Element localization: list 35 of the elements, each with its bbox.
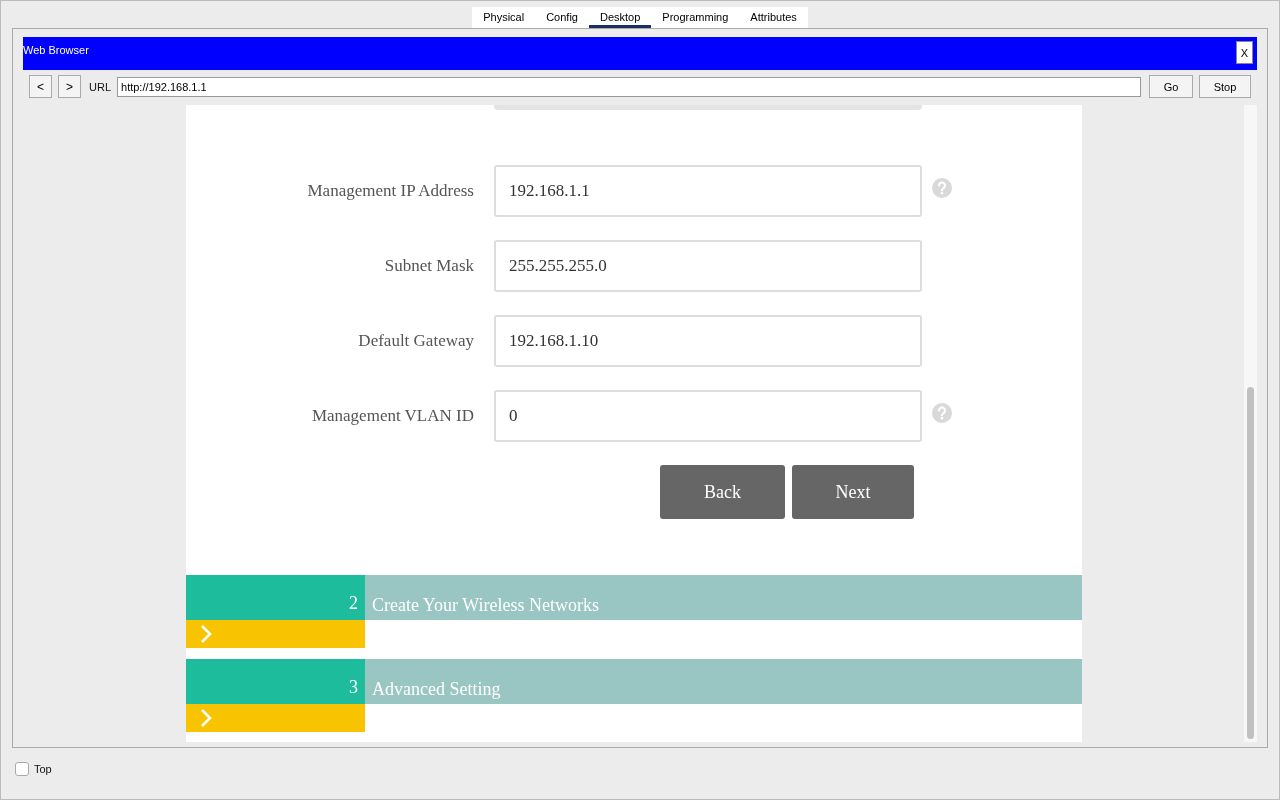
field-label: Default Gateway: [357, 331, 474, 351]
input-field[interactable]: 192.168.1.10: [494, 315, 922, 367]
field-label: Subnet Mask: [383, 256, 474, 276]
input-field[interactable]: 192.168.1.1: [494, 165, 922, 217]
checkbox-label: Top: [34, 763, 52, 775]
go-button[interactable]: Go: [1149, 75, 1193, 98]
forward-nav-button[interactable]: >: [58, 75, 81, 98]
back-nav-button[interactable]: <: [29, 75, 52, 98]
expand-bar[interactable]: [186, 704, 365, 732]
scrollbar-thumb[interactable]: [1247, 387, 1254, 739]
input-field[interactable]: 255.255.255.0: [494, 240, 922, 292]
checkbox[interactable]: [15, 762, 29, 776]
url-field[interactable]: http://192.168.1.1: [117, 76, 1141, 97]
device-tab[interactable]: Config: [535, 7, 589, 28]
device-tab[interactable]: Attributes: [739, 7, 808, 28]
device-tab[interactable]: Desktop: [588, 7, 652, 28]
wizard-button[interactable]: Next: [792, 465, 914, 519]
chevron-icon: [200, 708, 212, 728]
url-label: URL: [89, 80, 111, 93]
device-tab[interactable]: Programming: [651, 7, 740, 28]
field-label: Management IP Address: [306, 181, 474, 201]
device-tab[interactable]: Physical: [472, 7, 536, 28]
help-icon[interactable]: [932, 403, 952, 423]
wizard-button[interactable]: Back: [660, 465, 785, 519]
chevron-icon: [200, 624, 212, 644]
stop-button[interactable]: Stop: [1199, 75, 1251, 98]
expand-bar[interactable]: [186, 620, 365, 648]
help-icon[interactable]: [932, 178, 952, 198]
field-label: Management VLAN ID: [310, 406, 474, 426]
close-button[interactable]: X: [1236, 41, 1253, 64]
window-title: Web Browser: [23, 44, 89, 56]
step-number: 3: [349, 677, 358, 698]
step-number: 2: [349, 593, 358, 614]
input-field[interactable]: 0: [494, 390, 922, 442]
input-field[interactable]: [494, 105, 922, 110]
